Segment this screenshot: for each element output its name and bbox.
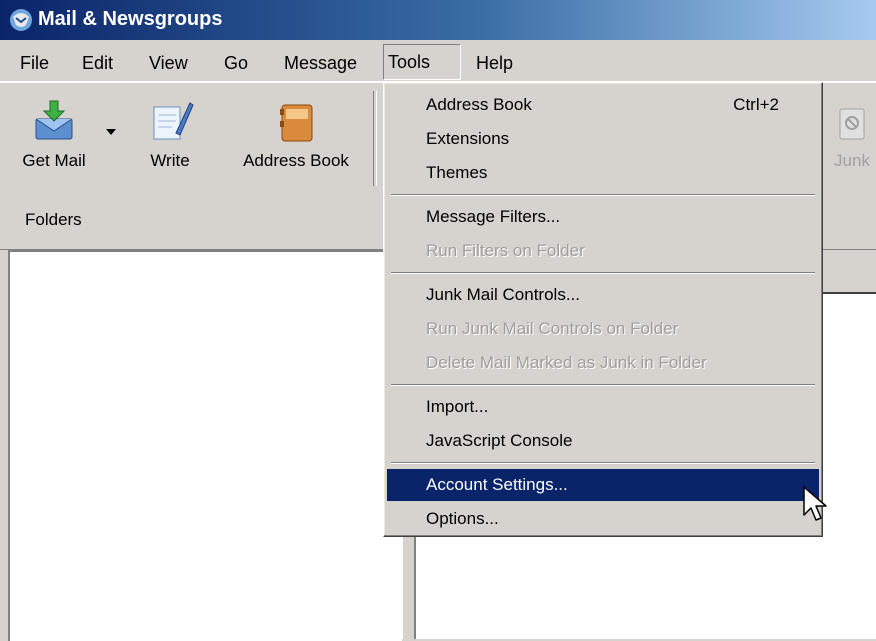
title-bar[interactable]: Mail & Newsgroups xyxy=(0,0,876,40)
address-book-icon xyxy=(280,104,313,142)
menu-item-label: JavaScript Console xyxy=(426,431,573,450)
menu-item-message-filters[interactable]: Message Filters... xyxy=(387,201,819,233)
get-mail-label: Get Mail xyxy=(22,151,86,170)
address-book-label: Address Book xyxy=(243,151,349,170)
mozilla-mail-icon xyxy=(10,9,32,31)
menu-item-label: Delete Mail Marked as Junk in Folder xyxy=(426,353,707,372)
menu-separator xyxy=(391,194,815,196)
get-mail-button[interactable]: Get Mail xyxy=(8,83,100,193)
get-mail-icon xyxy=(35,100,73,140)
menu-bar: File Edit View Go Message Tools Help xyxy=(0,41,876,82)
window-title: Mail & Newsgroups xyxy=(38,8,223,30)
menu-item-label: Address Book xyxy=(426,95,532,114)
menu-tools[interactable]: Tools xyxy=(383,44,461,80)
menu-item-junk-mail-controls[interactable]: Junk Mail Controls... xyxy=(387,279,819,311)
menu-item-label: Run Junk Mail Controls on Folder xyxy=(426,319,679,338)
menu-message[interactable]: Message xyxy=(280,50,361,76)
menu-separator xyxy=(391,462,815,464)
menu-item-label: Import... xyxy=(426,397,489,416)
menu-separator xyxy=(391,272,815,274)
junk-label: Junk xyxy=(834,151,870,170)
write-button[interactable]: Write xyxy=(130,83,210,193)
menu-help[interactable]: Help xyxy=(472,50,517,76)
menu-go[interactable]: Go xyxy=(220,50,252,76)
menu-item-import[interactable]: Import... xyxy=(387,391,819,423)
menu-item-label: Run Filters on Folder xyxy=(426,241,585,260)
menu-item-run-filters[interactable]: Run Filters on Folder xyxy=(387,235,819,267)
junk-icon xyxy=(839,108,865,140)
menu-item-options[interactable]: Options... xyxy=(387,503,819,535)
menu-item-label: Account Settings... xyxy=(426,475,568,494)
folders-label: Folders xyxy=(25,210,82,229)
menu-item-label: Extensions xyxy=(426,129,510,148)
write-icon xyxy=(153,102,194,140)
menu-file[interactable]: File xyxy=(16,50,53,76)
menu-item-extensions[interactable]: Extensions xyxy=(387,123,819,155)
junk-button[interactable]: Junk xyxy=(822,83,876,193)
menu-item-address-book[interactable]: Address Book Ctrl+2 xyxy=(387,89,819,121)
write-label: Write xyxy=(150,151,190,170)
mouse-cursor-icon xyxy=(803,486,827,521)
menu-item-label: Themes xyxy=(426,163,488,182)
menu-item-javascript-console[interactable]: JavaScript Console xyxy=(387,425,819,457)
menu-separator xyxy=(391,384,815,386)
address-book-button[interactable]: Address Book xyxy=(226,83,366,193)
menu-item-label: Junk Mail Controls... xyxy=(426,285,580,304)
menu-item-run-junk-controls[interactable]: Run Junk Mail Controls on Folder xyxy=(387,313,819,345)
menu-item-label: Options... xyxy=(426,509,499,528)
menu-view[interactable]: View xyxy=(145,50,192,76)
menu-edit[interactable]: Edit xyxy=(78,50,117,76)
menu-item-themes[interactable]: Themes xyxy=(387,157,819,189)
toolbar-separator xyxy=(373,91,377,186)
shortcut-label: Ctrl+2 xyxy=(733,95,779,114)
menu-item-account-settings[interactable]: Account Settings... xyxy=(387,469,819,501)
folder-pane[interactable] xyxy=(8,250,402,641)
get-mail-dropdown-icon[interactable] xyxy=(106,129,116,135)
tools-menu: Address Book Ctrl+2 Extensions Themes Me… xyxy=(383,82,823,537)
menu-item-delete-junk[interactable]: Delete Mail Marked as Junk in Folder xyxy=(387,347,819,379)
menu-item-label: Message Filters... xyxy=(426,207,561,226)
